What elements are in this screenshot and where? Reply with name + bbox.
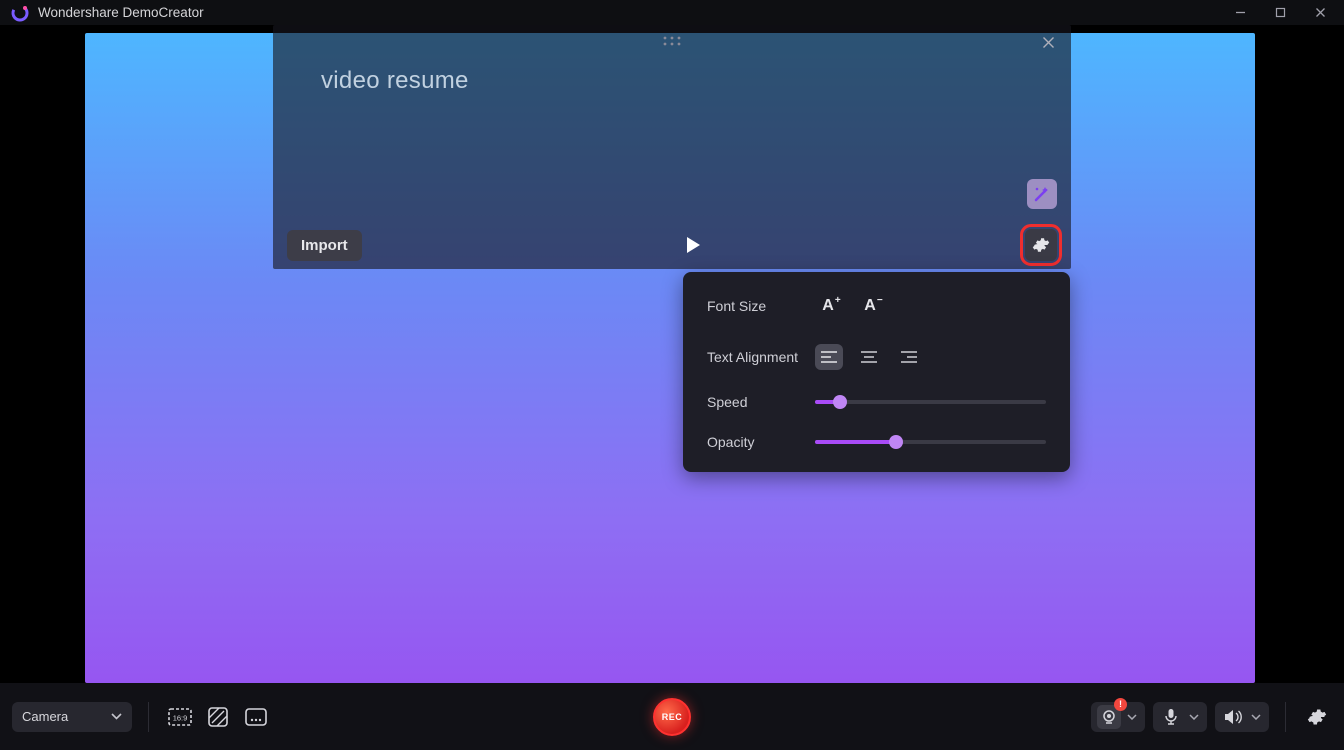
- maximize-button[interactable]: [1260, 1, 1300, 25]
- opacity-label: Opacity: [707, 434, 815, 450]
- microphone-source-button[interactable]: [1153, 702, 1207, 732]
- chevron-down-icon: [111, 713, 122, 720]
- align-center-button[interactable]: [855, 344, 883, 370]
- align-left-button[interactable]: [815, 344, 843, 370]
- chevron-down-icon: [1125, 714, 1139, 720]
- prompter-text: video resume: [321, 67, 469, 94]
- teleprompter-toggle-button[interactable]: [241, 702, 271, 732]
- speed-slider[interactable]: [815, 400, 1046, 404]
- camera-mode-label: Camera: [22, 709, 68, 724]
- titlebar: Wondershare DemoCreator: [0, 0, 1344, 25]
- microphone-icon: [1159, 705, 1183, 729]
- prompter-close-button[interactable]: [1039, 33, 1057, 51]
- font-size-label: Font Size: [707, 298, 815, 314]
- close-window-button[interactable]: [1300, 1, 1340, 25]
- minimize-button[interactable]: [1220, 1, 1260, 25]
- alert-badge: !: [1114, 698, 1127, 711]
- font-increase-button[interactable]: A+: [815, 292, 847, 320]
- chevron-down-icon: [1249, 714, 1263, 720]
- font-decrease-button[interactable]: A−: [857, 292, 889, 320]
- webcam-source-button[interactable]: !: [1091, 702, 1145, 732]
- record-button[interactable]: REC: [653, 698, 691, 736]
- bottom-toolbar: Camera 16:9 REC !: [0, 683, 1344, 750]
- prompter-settings-popup: Font Size A+ A− Text Alignment Speed Op: [683, 272, 1070, 472]
- record-label: REC: [662, 712, 683, 722]
- prompter-settings-button[interactable]: [1025, 229, 1057, 261]
- camera-mode-select[interactable]: Camera: [12, 702, 132, 732]
- background-pattern-button[interactable]: [203, 702, 233, 732]
- speaker-source-button[interactable]: [1215, 702, 1269, 732]
- opacity-slider[interactable]: [815, 440, 1046, 444]
- prompter-play-button[interactable]: [685, 236, 701, 254]
- prompter-controls: Import: [273, 221, 1071, 269]
- divider: [1285, 702, 1286, 732]
- speaker-icon: [1221, 705, 1245, 729]
- app-title: Wondershare DemoCreator: [38, 5, 204, 20]
- svg-text:16:9: 16:9: [173, 713, 188, 722]
- alignment-label: Text Alignment: [707, 349, 815, 365]
- drag-grip-icon[interactable]: [662, 35, 682, 47]
- teleprompter-panel: video resume Import: [273, 25, 1071, 269]
- import-button[interactable]: Import: [287, 230, 362, 261]
- chevron-down-icon: [1187, 714, 1201, 720]
- prompter-text-area[interactable]: video resume: [273, 57, 1071, 221]
- ai-magic-button[interactable]: [1027, 179, 1057, 209]
- speed-label: Speed: [707, 394, 815, 410]
- aspect-ratio-button[interactable]: 16:9: [165, 702, 195, 732]
- align-right-button[interactable]: [895, 344, 923, 370]
- app-logo-icon: [10, 3, 30, 23]
- divider: [148, 702, 149, 732]
- stage-wrap: video resume Import Font Size A+ A− Text…: [0, 25, 1344, 683]
- settings-button[interactable]: [1302, 702, 1332, 732]
